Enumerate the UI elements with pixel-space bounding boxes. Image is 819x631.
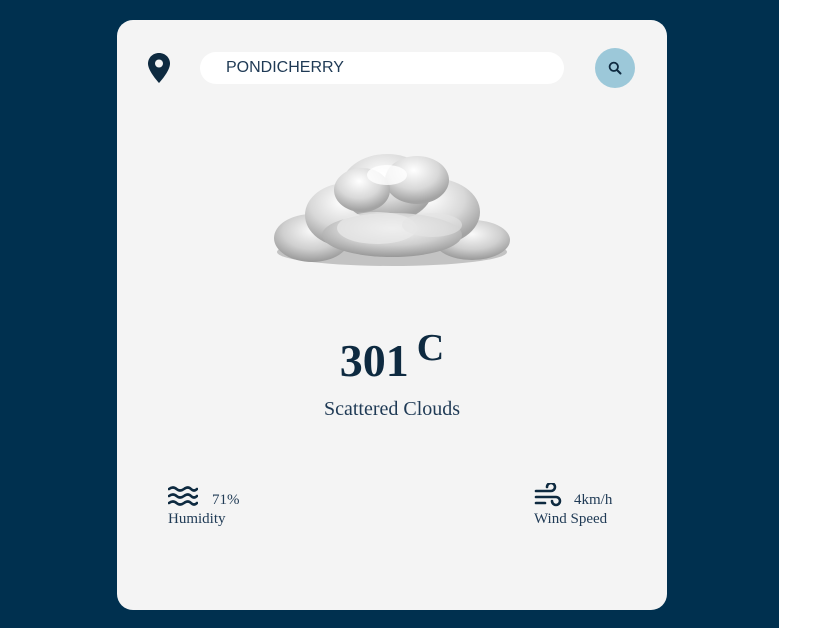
humidity-stat: 71% Humidity (168, 485, 288, 535)
search-button[interactable] (595, 48, 635, 88)
wind-speed-value: 4km/h (574, 492, 613, 508)
cloud-icon (274, 154, 510, 266)
wind-speed-label: Wind Speed (534, 511, 608, 527)
location-pin-icon (148, 53, 170, 83)
wind-stat: 4km/h Wind Speed (534, 483, 644, 533)
weather-card: 301C Scattered Clouds 71% Humidity 4km/h… (117, 20, 667, 610)
temperature-value: 301 (339, 335, 409, 386)
waves-icon (168, 486, 198, 506)
weather-condition: Scattered Clouds (323, 398, 461, 420)
city-search-input[interactable] (200, 52, 564, 84)
humidity-value: 71% (212, 492, 240, 508)
wind-icon (534, 483, 562, 507)
humidity-label: Humidity (168, 511, 226, 527)
temperature-unit: C (416, 327, 445, 369)
search-icon (608, 61, 622, 75)
temperature-display: 301 C (117, 327, 667, 386)
